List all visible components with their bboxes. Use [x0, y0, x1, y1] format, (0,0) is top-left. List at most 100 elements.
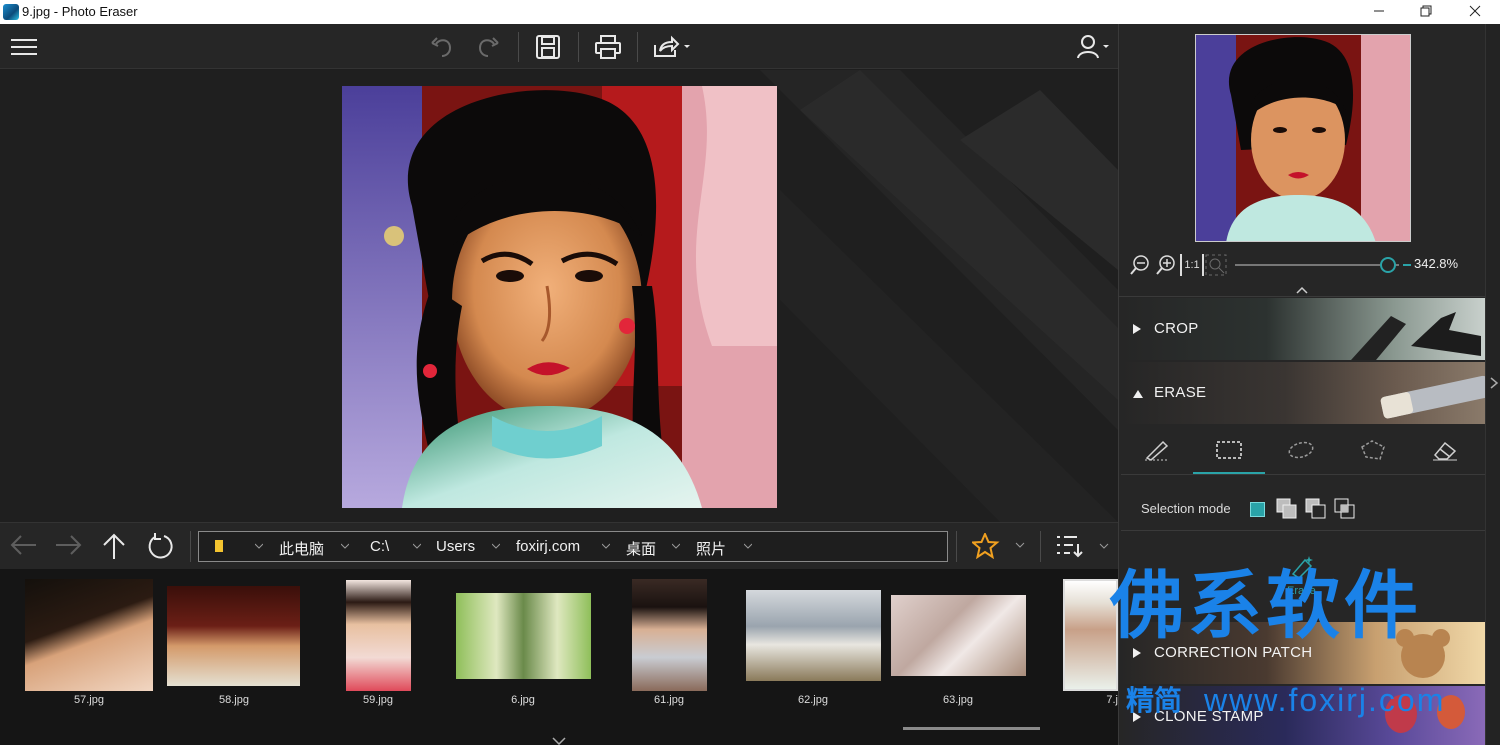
zoom-out-button[interactable]: [1129, 254, 1151, 279]
thumbnail[interactable]: [25, 579, 153, 691]
panel-collapse-strip[interactable]: [1485, 24, 1500, 745]
print-button[interactable]: [592, 32, 624, 62]
undo-button[interactable]: [426, 32, 458, 62]
thumbnail-label: 62.jpg: [798, 694, 828, 706]
chevron-down-icon: [255, 543, 263, 549]
thumbnail-label: 61.jpg: [654, 694, 684, 706]
lasso-select-tab[interactable]: [1265, 426, 1337, 474]
thumbnail-strip[interactable]: 57.jpg 58.jpg 59.jpg 6.jpg 61.jpg 62.jpg…: [0, 569, 1118, 745]
restore-icon: [1420, 5, 1432, 17]
zoom-slider[interactable]: [1235, 257, 1399, 273]
selection-mode-intersect[interactable]: [1334, 498, 1356, 523]
chevron-down-icon: [602, 543, 610, 549]
eraser-tool-tab[interactable]: [1409, 426, 1481, 474]
fit-window-button[interactable]: [1205, 254, 1227, 279]
thumbnail-label: 58.jpg: [219, 694, 249, 706]
refresh-icon: [148, 533, 173, 559]
save-icon: [536, 35, 560, 59]
chevron-down-icon: [492, 543, 500, 549]
maximize-button[interactable]: [1403, 0, 1449, 24]
expand-strip-button[interactable]: [551, 733, 567, 745]
rectangle-select-icon: [1216, 441, 1242, 459]
brush-tool-tab[interactable]: [1121, 426, 1193, 474]
app-icon: [3, 4, 19, 20]
redo-icon: [478, 37, 499, 57]
navigator-preview[interactable]: [1195, 34, 1411, 242]
crop-label: CROP: [1154, 320, 1199, 337]
menu-button[interactable]: [8, 32, 40, 62]
watermark-url: www.foxirj.com: [1204, 682, 1446, 718]
fit-window-icon: [1205, 254, 1227, 276]
breadcrumb-item[interactable]: 此电脑: [279, 538, 324, 559]
window-title: 9.jpg - Photo Eraser: [22, 4, 138, 19]
selection-mode-subtract[interactable]: [1305, 498, 1327, 523]
share-button[interactable]: [650, 32, 694, 62]
arrow-right-icon: [56, 535, 82, 555]
erase-section[interactable]: ERASE: [1121, 362, 1485, 424]
chevron-down-icon: [341, 543, 349, 549]
refresh-button[interactable]: [146, 532, 174, 563]
selection-mode-add[interactable]: [1276, 498, 1298, 523]
thumbnail[interactable]: [346, 580, 411, 691]
lasso-icon: [1288, 441, 1314, 459]
rectangle-select-tab[interactable]: [1193, 426, 1265, 474]
redo-button[interactable]: [472, 32, 504, 62]
user-icon: [1077, 35, 1109, 59]
thumbnail-label: 59.jpg: [363, 694, 393, 706]
up-folder-button[interactable]: [101, 532, 127, 563]
arrow-left-icon: [10, 535, 36, 555]
edited-photo[interactable]: [342, 86, 777, 508]
breadcrumb-item[interactable]: 桌面: [626, 538, 656, 559]
breadcrumb-item[interactable]: Users: [436, 538, 475, 555]
breadcrumb-item[interactable]: 照片: [696, 538, 726, 559]
close-icon: [1469, 5, 1481, 17]
forward-button[interactable]: [54, 533, 84, 560]
breadcrumb-item[interactable]: C:\: [370, 538, 389, 555]
thumbnail[interactable]: [456, 593, 591, 679]
zoom-in-button[interactable]: [1155, 254, 1177, 279]
chevron-right-icon: [1490, 377, 1499, 389]
crop-hands-image: [1351, 312, 1481, 360]
zoom-in-icon: [1156, 255, 1175, 275]
minimize-button[interactable]: [1356, 0, 1402, 24]
thumbnail-label: 6.jpg: [511, 694, 535, 706]
folder-icon: [215, 540, 223, 552]
arrow-up-icon: [103, 533, 125, 559]
eraser-icon: [1433, 441, 1457, 461]
thumbnail[interactable]: [167, 586, 300, 686]
breadcrumb[interactable]: 此电脑 C:\ Users foxirj.com 桌面 照片: [198, 531, 948, 562]
breadcrumb-item[interactable]: foxirj.com: [516, 538, 580, 555]
title-bar: 9.jpg - Photo Eraser: [0, 0, 1500, 24]
file-navigation-bar: 此电脑 C:\ Users foxirj.com 桌面 照片: [0, 522, 1118, 569]
chevron-down-icon: [552, 737, 566, 745]
polygon-select-tab[interactable]: [1337, 426, 1409, 474]
chevron-up-icon: [1296, 286, 1308, 294]
thumbnail-label: 7.j: [1106, 694, 1118, 706]
undo-icon: [431, 37, 452, 57]
favorites-button[interactable]: [970, 531, 1030, 562]
minimize-icon: [1374, 10, 1384, 12]
selection-mode-label: Selection mode: [1141, 501, 1231, 516]
selection-subtract-icon: [1305, 498, 1326, 519]
selection-mode-new[interactable]: [1250, 502, 1265, 517]
account-button[interactable]: [1074, 32, 1114, 62]
selection-intersect-icon: [1334, 498, 1355, 519]
thumbnail[interactable]: [632, 579, 707, 691]
actual-size-button[interactable]: 1:1: [1180, 254, 1204, 276]
watermark-subtitle: 精简: [1126, 685, 1183, 716]
crop-section[interactable]: CROP: [1121, 298, 1485, 360]
close-button[interactable]: [1452, 0, 1498, 24]
thumbnail-label: 57.jpg: [74, 694, 104, 706]
back-button[interactable]: [8, 533, 38, 560]
thumbnail-scrollbar[interactable]: [903, 727, 1040, 730]
zoom-slider-handle[interactable]: [1380, 257, 1397, 273]
thumbnail[interactable]: [891, 595, 1026, 676]
thumbnail[interactable]: [746, 590, 881, 681]
selection-add-icon: [1276, 498, 1297, 519]
view-options-button[interactable]: [1055, 534, 1113, 563]
preview-image: [1196, 35, 1410, 241]
brush-icon: [1145, 440, 1169, 461]
expand-icon: [1133, 648, 1141, 658]
image-canvas[interactable]: [0, 70, 1118, 522]
save-button[interactable]: [532, 32, 564, 62]
